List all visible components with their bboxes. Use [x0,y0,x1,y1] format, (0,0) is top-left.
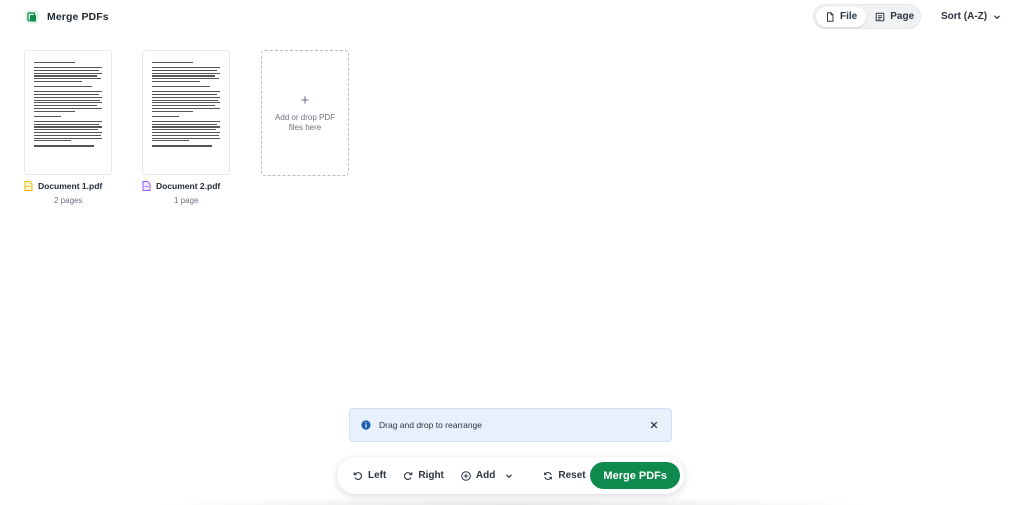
file-card[interactable]: Document 2.pdf 1 page [142,50,230,205]
app-title: Merge PDFs [47,11,109,23]
app-header: Merge PDFs File Page Sort (A-Z) [0,0,1024,34]
view-page-button[interactable]: Page [866,7,923,27]
sort-label: Sort (A-Z) [941,11,988,22]
add-files-dropzone[interactable]: + Add or drop PDF files here [261,50,349,176]
sort-dropdown[interactable]: Sort (A-Z) [941,11,1001,22]
rotate-right-label: Right [418,470,444,481]
pdf-thumbnail [142,50,230,175]
add-label: Add [475,470,496,481]
reset-label: Reset [558,470,586,481]
bottom-toolbar: Left Right Add Reset Merge PDFs [337,457,684,494]
page-icon [875,12,885,21]
close-icon[interactable] [648,419,660,431]
file-page-count: 1 page [174,196,199,205]
pdf-file-icon [142,181,151,191]
file-icon [827,11,834,22]
chevron-down-icon [506,473,513,478]
file-name: Document 2.pdf [156,181,221,191]
info-icon [361,420,371,430]
view-page-label: Page [890,11,915,22]
file-page-count: 2 pages [54,196,83,205]
add-button[interactable]: Add [461,470,513,481]
file-card[interactable]: Document 1.pdf 2 pages [24,50,112,205]
file-name: Document 1.pdf [38,181,103,191]
view-file-label: File [840,11,858,22]
rotate-left-button[interactable]: Left [353,470,386,481]
plus-circle-icon [461,470,471,481]
toast-message: Drag and drop to rearrange [379,420,483,430]
view-mode-toggle: File Page [813,4,921,29]
rotate-right-button[interactable]: Right [403,470,444,481]
merge-pdf-icon [25,10,39,24]
view-file-button[interactable]: File [816,6,867,27]
merge-pdfs-button[interactable]: Merge PDFs [590,462,680,489]
pdf-file-icon [24,181,33,191]
reset-icon [544,471,553,480]
rotate-right-icon [404,471,413,480]
reset-button[interactable]: Reset [543,470,586,481]
bottom-shadow [150,497,874,505]
rotate-left-icon [353,471,363,480]
pdf-thumbnail [24,50,112,175]
dropzone-text: Add or drop PDF files here [274,112,336,132]
chevron-down-icon [994,14,1001,19]
file-name-row: Document 2.pdf [142,181,282,191]
rotate-left-label: Left [368,470,387,481]
app-title-group: Merge PDFs [25,10,109,24]
info-toast: Drag and drop to rearrange [349,408,672,442]
plus-icon: + [300,91,310,109]
